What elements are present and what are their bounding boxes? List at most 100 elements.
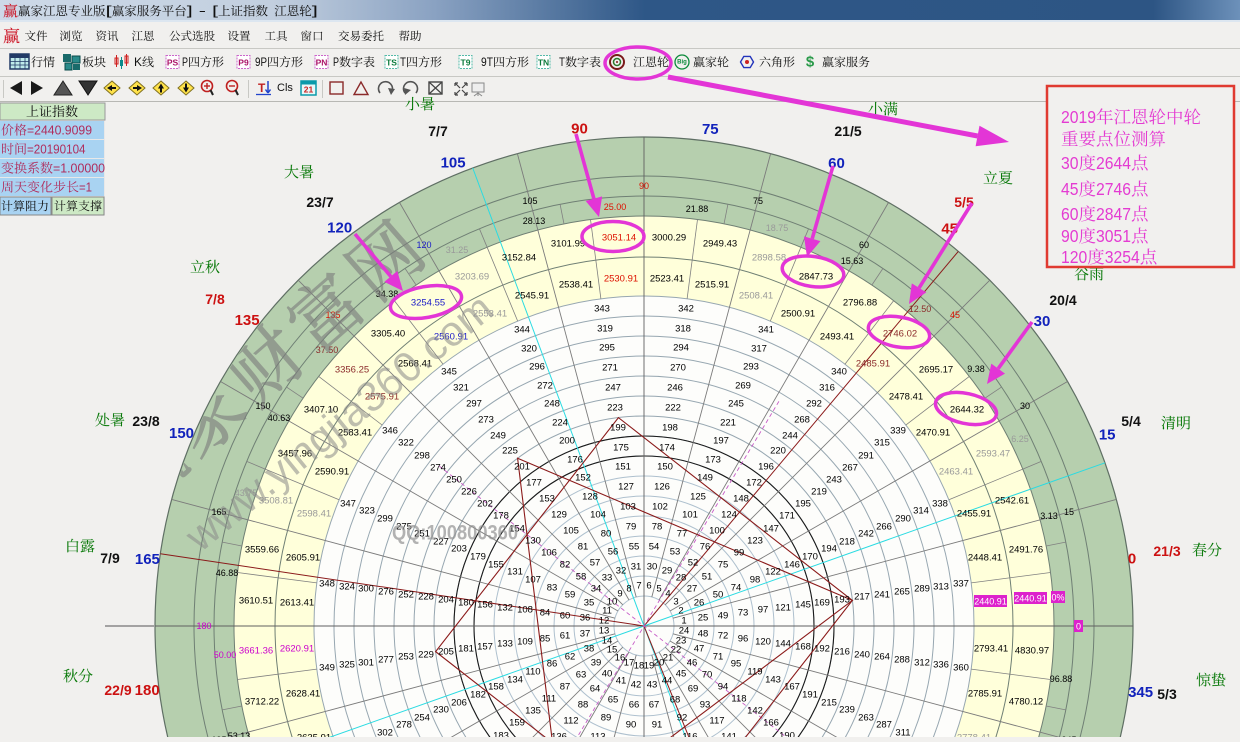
svg-text:133: 133: [497, 639, 513, 650]
svg-text:175: 175: [613, 443, 629, 454]
svg-text:276: 276: [378, 587, 394, 598]
svg-text:2613.41: 2613.41: [280, 598, 314, 609]
svg-text:99: 99: [734, 548, 745, 559]
svg-text:311: 311: [895, 728, 910, 738]
svg-text:295: 295: [599, 343, 615, 354]
svg-text:111: 111: [542, 694, 556, 705]
svg-text:21.88: 21.88: [686, 204, 709, 214]
svg-text:21/5: 21/5: [834, 123, 861, 139]
svg-text:270: 270: [670, 363, 686, 374]
svg-text:248: 248: [544, 399, 560, 410]
svg-text:174: 174: [659, 443, 675, 454]
svg-text:66: 66: [629, 700, 640, 711]
svg-text:121: 121: [775, 603, 791, 614]
svg-text:75: 75: [753, 196, 763, 206]
svg-text:53.13: 53.13: [228, 731, 251, 737]
svg-text:2508.41: 2508.41: [739, 291, 773, 302]
svg-text:166: 166: [763, 718, 779, 729]
svg-text:109: 109: [517, 637, 533, 648]
svg-text:9T: 9T: [481, 55, 494, 69]
svg-text:360: 360: [953, 663, 969, 674]
svg-text:5/4: 5/4: [1121, 413, 1141, 429]
svg-text:64: 64: [590, 684, 601, 695]
svg-text:296: 296: [529, 362, 545, 373]
svg-text:147: 147: [763, 524, 779, 535]
svg-text:41: 41: [616, 676, 627, 687]
svg-text:73: 73: [738, 608, 749, 619]
svg-text:3051.14: 3051.14: [602, 233, 636, 244]
svg-text:118: 118: [731, 694, 746, 705]
svg-text:65: 65: [608, 695, 619, 706]
svg-text:340: 340: [831, 367, 847, 378]
svg-text:345: 345: [1128, 684, 1153, 701]
svg-text:2545.91: 2545.91: [515, 291, 549, 302]
svg-text:199: 199: [610, 423, 626, 434]
svg-text:96: 96: [738, 634, 749, 645]
svg-text:245: 245: [728, 399, 744, 410]
svg-text:192: 192: [814, 644, 830, 655]
svg-text:96.88: 96.88: [1050, 674, 1073, 684]
svg-text:2746.02: 2746.02: [883, 329, 917, 340]
svg-text:278: 278: [396, 720, 412, 731]
svg-text:68: 68: [670, 695, 681, 706]
svg-text:104: 104: [590, 510, 606, 521]
svg-text:0: 0: [1128, 551, 1136, 568]
svg-text:52: 52: [688, 558, 699, 569]
svg-text:3610.51: 3610.51: [239, 596, 273, 607]
svg-text:26: 26: [694, 598, 705, 609]
svg-text:252: 252: [398, 590, 414, 601]
svg-text:145: 145: [795, 600, 811, 611]
svg-text:205: 205: [438, 647, 454, 658]
svg-text:182: 182: [470, 690, 486, 701]
svg-text:2019: 2019: [1061, 107, 1096, 127]
svg-text:92: 92: [677, 713, 688, 724]
svg-text:103: 103: [620, 502, 636, 513]
svg-text:63: 63: [576, 670, 587, 681]
svg-text:2440.91: 2440.91: [1014, 594, 1047, 604]
svg-text:39: 39: [591, 658, 602, 669]
svg-text:173: 173: [705, 455, 721, 466]
svg-text:131: 131: [507, 567, 523, 578]
svg-text:25: 25: [698, 613, 709, 624]
svg-text:33: 33: [602, 573, 613, 584]
svg-text:40.63: 40.63: [268, 413, 291, 423]
svg-text:250: 250: [446, 475, 462, 486]
svg-text:TN: TN: [538, 58, 549, 68]
svg-text:2793.41: 2793.41: [974, 644, 1008, 655]
svg-text:60: 60: [859, 240, 869, 250]
svg-text:123: 123: [747, 536, 763, 547]
svg-text:194: 194: [821, 544, 837, 555]
svg-text:102: 102: [652, 502, 668, 513]
svg-text:83: 83: [547, 583, 558, 594]
svg-text:338: 338: [932, 499, 948, 510]
svg-text:29: 29: [662, 566, 673, 577]
svg-text:] - [: ] - [: [187, 4, 219, 18]
svg-text:60: 60: [560, 611, 571, 622]
svg-text:21: 21: [304, 85, 314, 95]
svg-text:323: 323: [359, 506, 375, 517]
svg-text:30: 30: [1061, 153, 1079, 173]
svg-text:337: 337: [953, 579, 969, 590]
svg-text:195: 195: [795, 499, 811, 510]
svg-text:224: 224: [552, 418, 568, 429]
svg-text:2463.41: 2463.41: [939, 467, 973, 478]
svg-text:150: 150: [169, 425, 194, 442]
svg-text:179: 179: [470, 552, 486, 563]
svg-text:300: 300: [358, 584, 374, 595]
svg-text:3254.55: 3254.55: [411, 298, 445, 309]
svg-text:27: 27: [687, 584, 698, 595]
svg-text:43: 43: [647, 680, 658, 691]
svg-text:2644.32: 2644.32: [950, 405, 984, 416]
svg-text:299: 299: [377, 514, 393, 525]
svg-text:2: 2: [678, 606, 683, 617]
svg-text:58: 58: [576, 572, 587, 583]
svg-text:2605.91: 2605.91: [286, 553, 320, 564]
svg-text:190: 190: [779, 731, 795, 738]
svg-text:89: 89: [601, 713, 612, 724]
svg-text:149: 149: [697, 473, 713, 484]
svg-text:3559.66: 3559.66: [245, 545, 279, 556]
svg-text:171: 171: [779, 511, 795, 522]
svg-text:346: 346: [382, 426, 398, 437]
svg-text:2500.91: 2500.91: [781, 309, 815, 320]
svg-text:95: 95: [731, 659, 742, 670]
